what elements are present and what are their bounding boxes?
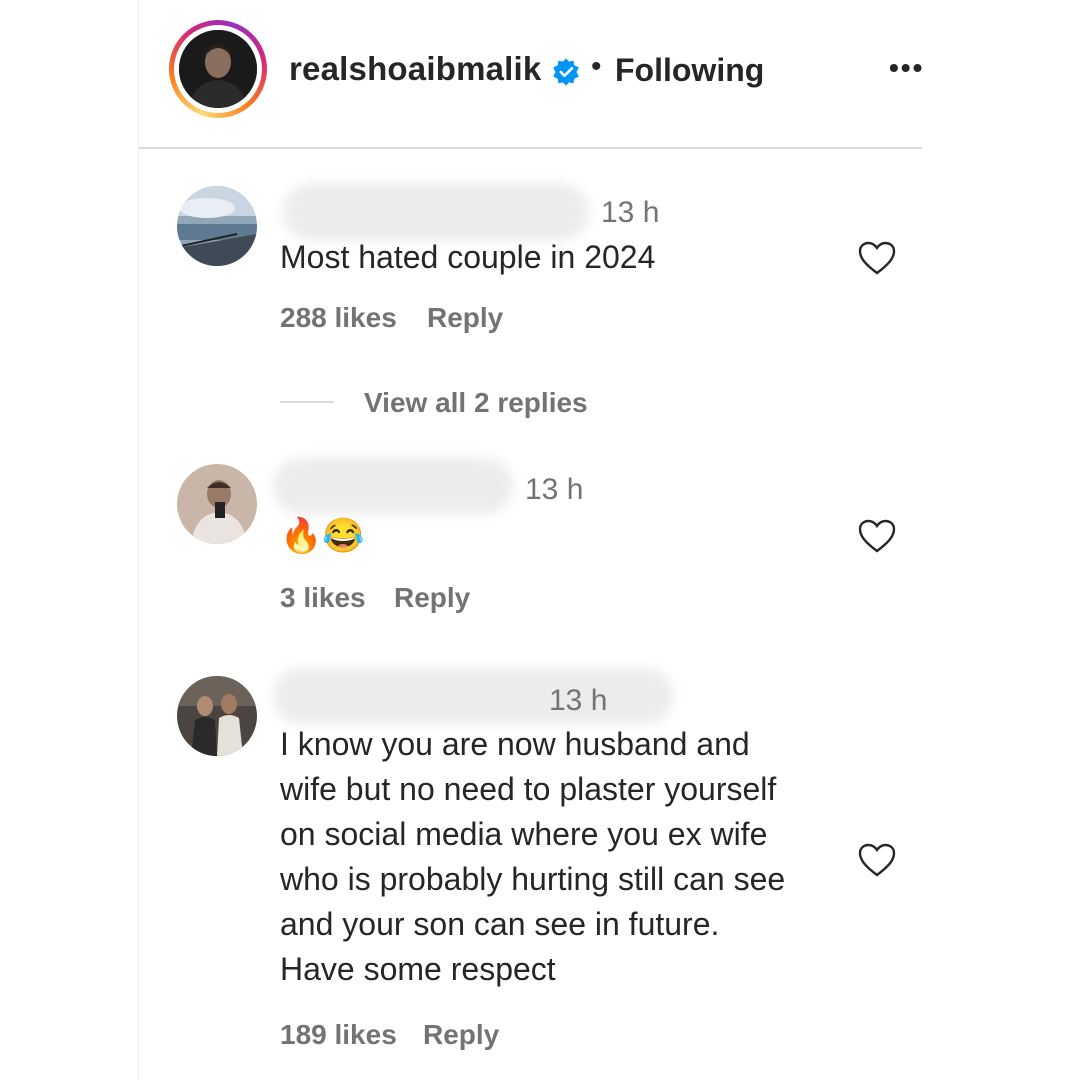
comment-emoji-text: 🔥😂 <box>280 517 365 555</box>
reply-button[interactable]: Reply <box>394 582 470 614</box>
blurred-username <box>283 184 589 240</box>
comment-text-line: and your son can see in future. <box>280 906 720 942</box>
blurred-username <box>273 458 513 514</box>
avatar-photo-icon <box>177 676 257 756</box>
following-button[interactable]: Following <box>615 52 764 89</box>
replies-divider <box>280 401 334 403</box>
comment-text: I know you are now husband and wife but … <box>280 722 850 992</box>
comment-text-line: I know you are now husband and <box>280 726 750 762</box>
view-replies-button[interactable]: View all 2 replies <box>364 387 588 419</box>
comment-time: 13 h <box>525 473 584 506</box>
like-count[interactable]: 288 likes <box>280 302 397 334</box>
post-username[interactable]: realshoaibmalik <box>289 50 541 88</box>
more-options-button[interactable]: ••• <box>889 52 924 84</box>
like-heart-icon[interactable] <box>857 518 897 554</box>
like-count[interactable]: 189 likes <box>280 1019 397 1051</box>
comment-text-line: who is probably hurting still can see <box>280 861 786 897</box>
verified-badge-icon <box>553 58 579 86</box>
commenter-avatar[interactable] <box>177 464 257 544</box>
commenter-avatar[interactable] <box>177 676 257 756</box>
avatar-photo-icon <box>177 186 257 266</box>
comment-text-line: Have some respect <box>280 951 556 987</box>
reply-button[interactable]: Reply <box>427 302 503 334</box>
commenter-avatar[interactable] <box>177 186 257 266</box>
like-count[interactable]: 3 likes <box>280 582 366 614</box>
comment-text-line: on social media where you ex wife <box>280 816 768 852</box>
comment-text: Most hated couple in 2024 <box>280 239 656 275</box>
separator-dot: • <box>591 50 602 83</box>
comment-time: 13 h <box>549 684 608 717</box>
like-heart-icon[interactable] <box>857 240 897 276</box>
story-ring[interactable] <box>169 20 267 118</box>
reply-button[interactable]: Reply <box>423 1019 499 1051</box>
blurred-username <box>273 668 673 724</box>
comment-time: 13 h <box>601 196 660 229</box>
like-heart-icon[interactable] <box>857 842 897 878</box>
avatar-photo-icon <box>177 464 257 544</box>
comment-text-line: wife but no need to plaster yourself <box>280 771 777 807</box>
comments-panel: realshoaibmalik • Following ••• 13 h Mos… <box>138 0 922 1080</box>
profile-avatar[interactable] <box>179 30 257 108</box>
profile-photo-icon <box>179 30 257 108</box>
post-header: realshoaibmalik • Following ••• <box>139 0 922 149</box>
